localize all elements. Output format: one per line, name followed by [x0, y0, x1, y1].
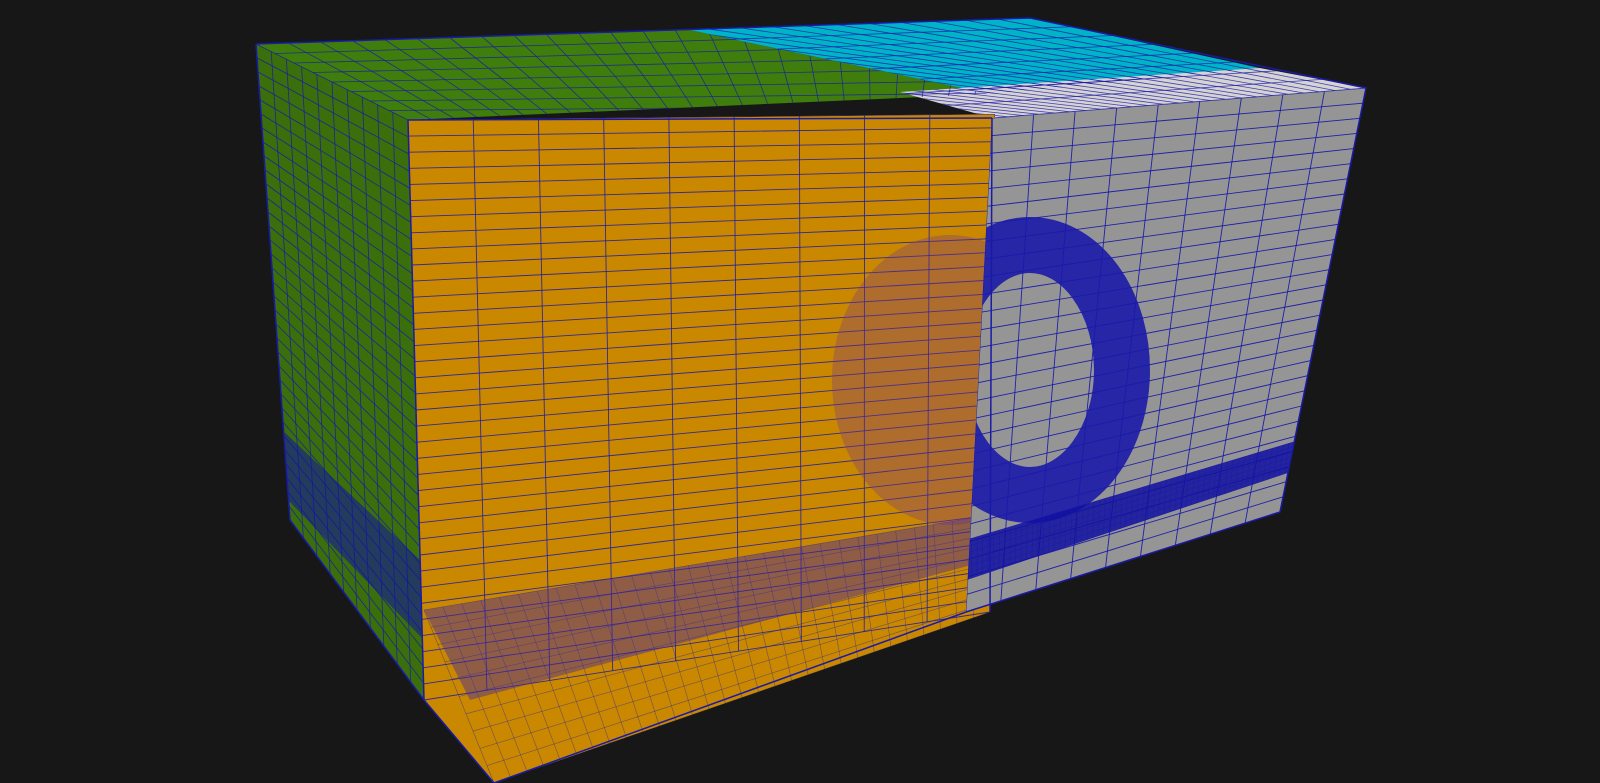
right-face	[966, 88, 1366, 612]
front-face	[408, 114, 995, 783]
3d-viewport[interactable]	[0, 0, 1600, 783]
mesh-render	[255, 17, 1367, 783]
mesh-line	[1295, 439, 1301, 471]
left-face	[256, 44, 424, 700]
